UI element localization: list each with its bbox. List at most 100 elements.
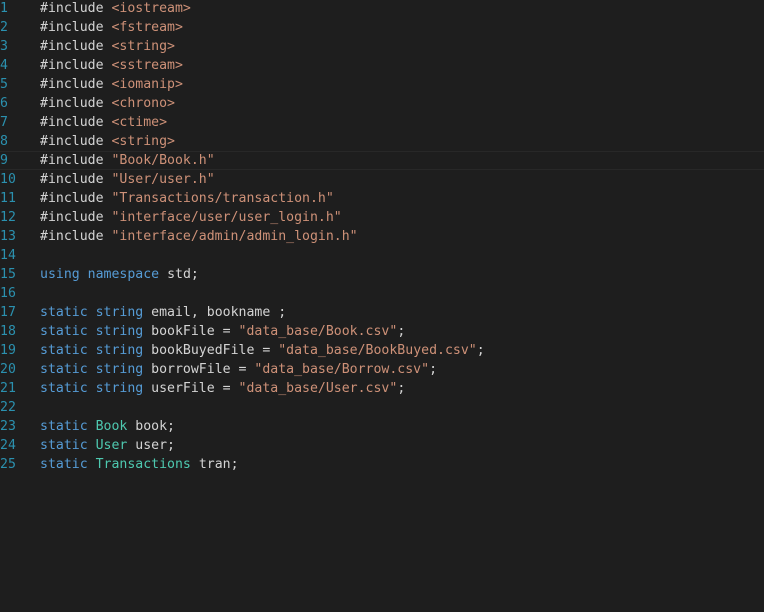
line-number: 8: [0, 134, 8, 149]
code-line[interactable]: 24 static User user;: [0, 436, 764, 455]
string-token: "data_base/User.csv": [238, 381, 398, 396]
string-token: "Transactions/transaction.h": [111, 191, 334, 206]
string-token: <iomanip>: [111, 77, 183, 92]
identifier-token: ;: [397, 381, 406, 396]
line-code: #include "Book/Book.h": [40, 152, 215, 169]
code-line[interactable]: 7 #include <ctime>: [0, 113, 764, 132]
line-number: 12: [0, 210, 16, 225]
string-token: "interface/admin/admin_login.h": [111, 229, 358, 244]
line-number: 14: [0, 248, 16, 263]
keyword-token: string: [95, 381, 144, 396]
string-token: "User/user.h": [111, 172, 215, 187]
identifier-token: [88, 438, 96, 453]
string-token: <chrono>: [111, 96, 175, 111]
code-line[interactable]: 14: [0, 246, 764, 265]
line-code: #include <string>: [40, 132, 175, 151]
line-code: #include "interface/admin/admin_login.h": [40, 227, 358, 246]
keyword-token: static: [40, 324, 88, 339]
line-number: 15: [0, 267, 16, 282]
code-line[interactable]: 4 #include <sstream>: [0, 56, 764, 75]
keyword-token: static: [40, 438, 88, 453]
line-number: 18: [0, 324, 16, 339]
line-code: #include <iomanip>: [40, 75, 183, 94]
code-line[interactable]: 10 #include "User/user.h": [0, 170, 764, 189]
code-line[interactable]: 11 #include "Transactions/transaction.h": [0, 189, 764, 208]
identifier-token: [88, 381, 96, 396]
identifier-token: email, bookname ;: [143, 305, 287, 320]
line-number: 25: [0, 457, 16, 472]
code-line[interactable]: 15 using namespace std;: [0, 265, 764, 284]
string-token: <fstream>: [111, 20, 183, 35]
preprocessor-token: #include: [40, 115, 112, 130]
type-token: Book: [95, 419, 128, 434]
code-line[interactable]: 22: [0, 398, 764, 417]
code-line[interactable]: 19 static string bookBuyedFile = "data_ba…: [0, 341, 764, 360]
preprocessor-token: #include: [40, 210, 112, 225]
line-number: 1: [0, 1, 8, 16]
string-token: <sstream>: [111, 58, 183, 73]
line-code: #include <iostream>: [40, 0, 191, 18]
identifier-token: [88, 362, 96, 377]
identifier-token: bookBuyedFile =: [143, 343, 279, 358]
code-line[interactable]: 9 #include "Book/Book.h": [0, 151, 764, 170]
string-token: "Book/Book.h": [111, 153, 215, 168]
keyword-token: string: [95, 343, 144, 358]
keyword-token: static: [40, 457, 88, 472]
code-line[interactable]: 25 static Transactions tran;: [0, 455, 764, 474]
string-token: "data_base/BookBuyed.csv": [278, 343, 477, 358]
preprocessor-token: #include: [40, 172, 112, 187]
code-line[interactable]: 13 #include "interface/admin/admin_login.…: [0, 227, 764, 246]
preprocessor-token: #include: [40, 58, 112, 73]
line-number: 7: [0, 115, 8, 130]
line-number: 3: [0, 39, 8, 54]
line-number: 23: [0, 419, 16, 434]
line-code: static Book book;: [40, 417, 175, 436]
line-number: 9: [0, 153, 8, 168]
preprocessor-token: #include: [40, 229, 112, 244]
line-number: 17: [0, 305, 16, 320]
identifier-token: [88, 305, 96, 320]
identifier-token: [88, 343, 96, 358]
code-editor[interactable]: 1 #include <iostream> 2 #include <fstream> 3…: [0, 0, 764, 612]
line-code: #include "Transactions/transaction.h": [40, 189, 334, 208]
code-line[interactable]: 1 #include <iostream>: [0, 0, 764, 18]
line-code: static User user;: [40, 436, 175, 455]
code-line[interactable]: 12 #include "interface/user/user_login.h": [0, 208, 764, 227]
code-line[interactable]: 5 #include <iomanip>: [0, 75, 764, 94]
preprocessor-token: #include: [40, 77, 112, 92]
string-token: <iostream>: [111, 1, 191, 16]
code-line[interactable]: 6 #include <chrono>: [0, 94, 764, 113]
line-number: 2: [0, 20, 8, 35]
identifier-token: ;: [476, 343, 485, 358]
line-number: 19: [0, 343, 16, 358]
line-code: #include <chrono>: [40, 94, 175, 113]
type-token: Transactions: [95, 457, 191, 472]
line-code: #include <sstream>: [40, 56, 183, 75]
code-line[interactable]: 21 static string userFile = "data_base/Us…: [0, 379, 764, 398]
type-token: User: [95, 438, 128, 453]
code-line[interactable]: 18 static string bookFile = "data_base/Bo…: [0, 322, 764, 341]
string-token: <string>: [111, 134, 175, 149]
string-token: "data_base/Borrow.csv": [254, 362, 430, 377]
code-line[interactable]: 23 static Book book;: [0, 417, 764, 436]
line-code: #include <fstream>: [40, 18, 183, 37]
keyword-token: static: [40, 419, 88, 434]
identifier-token: [88, 457, 96, 472]
keyword-token: string: [95, 305, 144, 320]
line-code: #include "User/user.h": [40, 170, 215, 189]
identifier-token: [80, 267, 88, 282]
identifier-token: ;: [397, 324, 406, 339]
code-line[interactable]: 20 static string borrowFile = "data_base/…: [0, 360, 764, 379]
line-code: #include <ctime>: [40, 113, 167, 132]
keyword-token: static: [40, 362, 88, 377]
line-number: 5: [0, 77, 8, 92]
preprocessor-token: #include: [40, 96, 112, 111]
line-code: static string userFile = "data_base/User…: [40, 379, 405, 398]
code-line[interactable]: 16: [0, 284, 764, 303]
code-line[interactable]: 3 #include <string>: [0, 37, 764, 56]
code-line[interactable]: 17 static string email, bookname ;: [0, 303, 764, 322]
keyword-token: string: [95, 324, 144, 339]
code-line[interactable]: 8 #include <string>: [0, 132, 764, 151]
code-line[interactable]: 2 #include <fstream>: [0, 18, 764, 37]
line-code: using namespace std;: [40, 265, 199, 284]
